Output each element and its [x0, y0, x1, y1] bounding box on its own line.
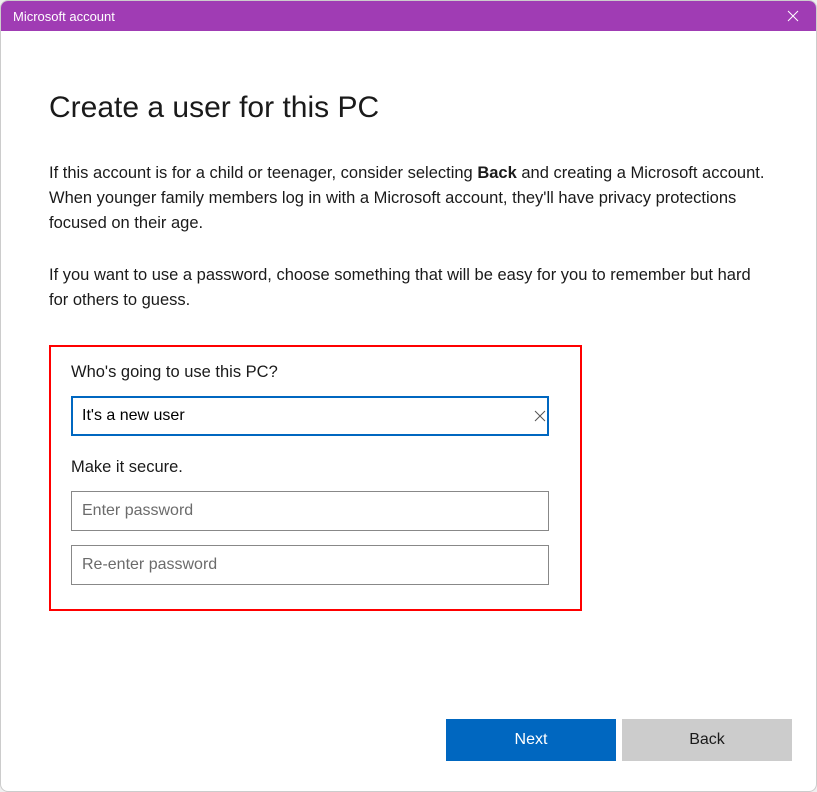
password-label: Make it secure.: [71, 458, 560, 477]
username-label: Who's going to use this PC?: [71, 363, 560, 382]
clear-username-button[interactable]: [530, 406, 550, 426]
close-button[interactable]: [770, 1, 816, 31]
window: Microsoft account Create a user for this…: [0, 0, 817, 792]
bold-back-word: Back: [477, 164, 516, 182]
close-icon: [787, 10, 799, 22]
password-input[interactable]: [71, 491, 549, 531]
form-highlight-box: Who's going to use this PC? Make it secu…: [49, 345, 582, 611]
next-button[interactable]: Next: [446, 719, 616, 761]
info-paragraph-1: If this account is for a child or teenag…: [49, 161, 768, 235]
button-bar: Next Back: [446, 719, 792, 761]
username-input[interactable]: [71, 396, 549, 436]
username-field-wrap: [71, 396, 560, 436]
content-area: Create a user for this PC If this accoun…: [1, 31, 816, 791]
x-icon: [534, 410, 546, 422]
confirm-password-input[interactable]: [71, 545, 549, 585]
password-fields: [71, 491, 560, 585]
back-button[interactable]: Back: [622, 719, 792, 761]
page-heading: Create a user for this PC: [49, 91, 768, 125]
info-paragraph-2: If you want to use a password, choose so…: [49, 263, 768, 313]
window-title: Microsoft account: [13, 9, 115, 24]
titlebar: Microsoft account: [1, 1, 816, 31]
